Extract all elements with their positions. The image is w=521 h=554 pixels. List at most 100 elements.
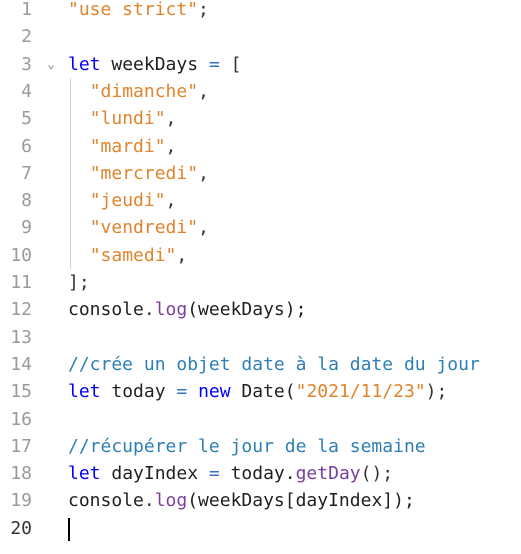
code-token: , — [198, 80, 209, 102]
code-token: "mercredi" — [89, 162, 199, 184]
code-line[interactable]: 18 let dayIndex = today.getDay(); — [0, 460, 521, 487]
code-token: dayIndex — [100, 463, 209, 485]
line-number: 11 — [10, 272, 32, 293]
code-text: //récupérer le jour de la semaine — [68, 433, 426, 460]
code-text: let dayIndex = today.getDay(); — [68, 460, 393, 487]
code-token: "dimanche" — [89, 80, 199, 102]
line-number: 13 — [10, 326, 32, 348]
code-line[interactable]: 20 — [0, 515, 521, 542]
code-line[interactable]: 6 "mardi", — [0, 133, 521, 160]
code-token: , — [165, 190, 177, 212]
line-number: 9 — [21, 217, 32, 239]
code-token: //récupérer le jour de la semaine — [68, 435, 426, 457]
code-token: today — [100, 381, 177, 403]
code-token: //crée un objet date à la date du jour — [68, 353, 480, 375]
code-token: Date( — [230, 381, 296, 403]
line-number: 4 — [21, 80, 32, 102]
fold-chevron-icon[interactable]: ⌄ — [44, 51, 58, 78]
code-token: (); — [360, 463, 394, 485]
line-number: 16 — [10, 408, 32, 430]
code-line[interactable]: 10 "samedi", — [0, 242, 521, 269]
code-text: "samedi", — [68, 242, 188, 269]
code-token: let — [68, 463, 101, 485]
code-token: , — [165, 108, 177, 130]
code-token: let — [68, 53, 101, 75]
code-text: let today = new Date("2021/11/23"); — [68, 378, 447, 405]
text-cursor — [68, 517, 70, 541]
line-number: 19 — [10, 490, 32, 512]
code-line[interactable]: 19 console.log(weekDays[dayIndex]); — [0, 487, 521, 514]
code-line[interactable]: 1 "use strict"; — [0, 0, 521, 23]
code-line[interactable]: 2 — [0, 23, 521, 50]
code-text: "use strict"; — [68, 0, 209, 23]
code-token: , — [198, 162, 209, 184]
code-token: "samedi" — [89, 244, 177, 266]
code-token: log — [154, 490, 188, 512]
code-token: ); — [425, 381, 448, 403]
code-text: console.log(weekDays[dayIndex]); — [68, 487, 415, 514]
line-number: 17 — [10, 435, 32, 457]
line-number: 15 — [10, 381, 32, 403]
code-line[interactable]: 3 ⌄ let weekDays = [ — [0, 51, 521, 78]
code-token: console — [68, 490, 144, 512]
line-number: 1 — [21, 0, 32, 20]
line-number: 2 — [21, 26, 32, 48]
line-number: 7 — [21, 162, 32, 184]
code-line[interactable]: 4 "dimanche", — [0, 78, 521, 105]
line-number: 6 — [21, 135, 32, 157]
code-line[interactable]: 7 "mercredi", — [0, 160, 521, 187]
code-line[interactable]: 11]; — [0, 269, 521, 296]
code-token: . — [143, 490, 155, 512]
code-line[interactable]: 17 //récupérer le jour de la semaine — [0, 433, 521, 460]
code-token: , — [198, 217, 209, 239]
code-token: , — [165, 135, 177, 157]
code-text: let weekDays = [ — [68, 51, 241, 78]
line-number: 14 — [10, 353, 32, 375]
code-text: "dimanche", — [68, 78, 209, 105]
code-token: "mardi" — [89, 135, 166, 157]
code-text: "jeudi", — [68, 187, 177, 214]
code-line[interactable]: 13 — [0, 324, 521, 351]
code-line[interactable]: 16 — [0, 406, 521, 433]
code-token: console — [68, 299, 144, 321]
code-line[interactable]: 15 let today = new Date("2021/11/23"); — [0, 378, 521, 405]
code-text: console.log(weekDays); — [68, 296, 306, 323]
code-line[interactable]: 14 //crée un objet date à la date du jour — [0, 351, 521, 378]
code-text: "vendredi", — [68, 214, 209, 241]
code-token: log — [154, 299, 188, 321]
line-number: 8 — [21, 190, 32, 212]
code-token: let — [68, 381, 101, 403]
code-token: [ — [219, 53, 242, 75]
code-token: = — [176, 381, 188, 403]
code-line[interactable]: 12 console.log(weekDays); — [0, 296, 521, 323]
code-token: getDay — [295, 463, 361, 485]
code-token: new — [198, 381, 231, 403]
code-token: "vendredi" — [89, 217, 199, 239]
code-token: weekDays — [100, 53, 209, 75]
code-line[interactable]: 8 "jeudi", — [0, 187, 521, 214]
code-line[interactable]: 5 "lundi", — [0, 105, 521, 132]
code-editor[interactable]: 1 "use strict"; 2 3 ⌄ let weekDays = [4 "dima… — [0, 0, 521, 554]
code-line[interactable]: 9 "vendredi", — [0, 214, 521, 241]
code-text: "mardi", — [68, 133, 177, 160]
code-token: today. — [219, 463, 296, 485]
code-token: (weekDays[dayIndex]); — [187, 490, 415, 512]
code-text: //crée un objet date à la date du jour — [68, 351, 480, 378]
line-number: 10 — [10, 244, 32, 266]
line-number: 3 — [21, 53, 32, 75]
code-token: ; — [198, 0, 209, 20]
code-token: = — [208, 53, 220, 75]
code-token: ]; — [68, 272, 90, 293]
code-text: "lundi", — [68, 105, 177, 132]
code-token: (weekDays); — [187, 299, 307, 321]
code-token: "use strict" — [68, 0, 199, 20]
line-number: 18 — [10, 463, 32, 485]
line-number: 5 — [21, 108, 32, 130]
